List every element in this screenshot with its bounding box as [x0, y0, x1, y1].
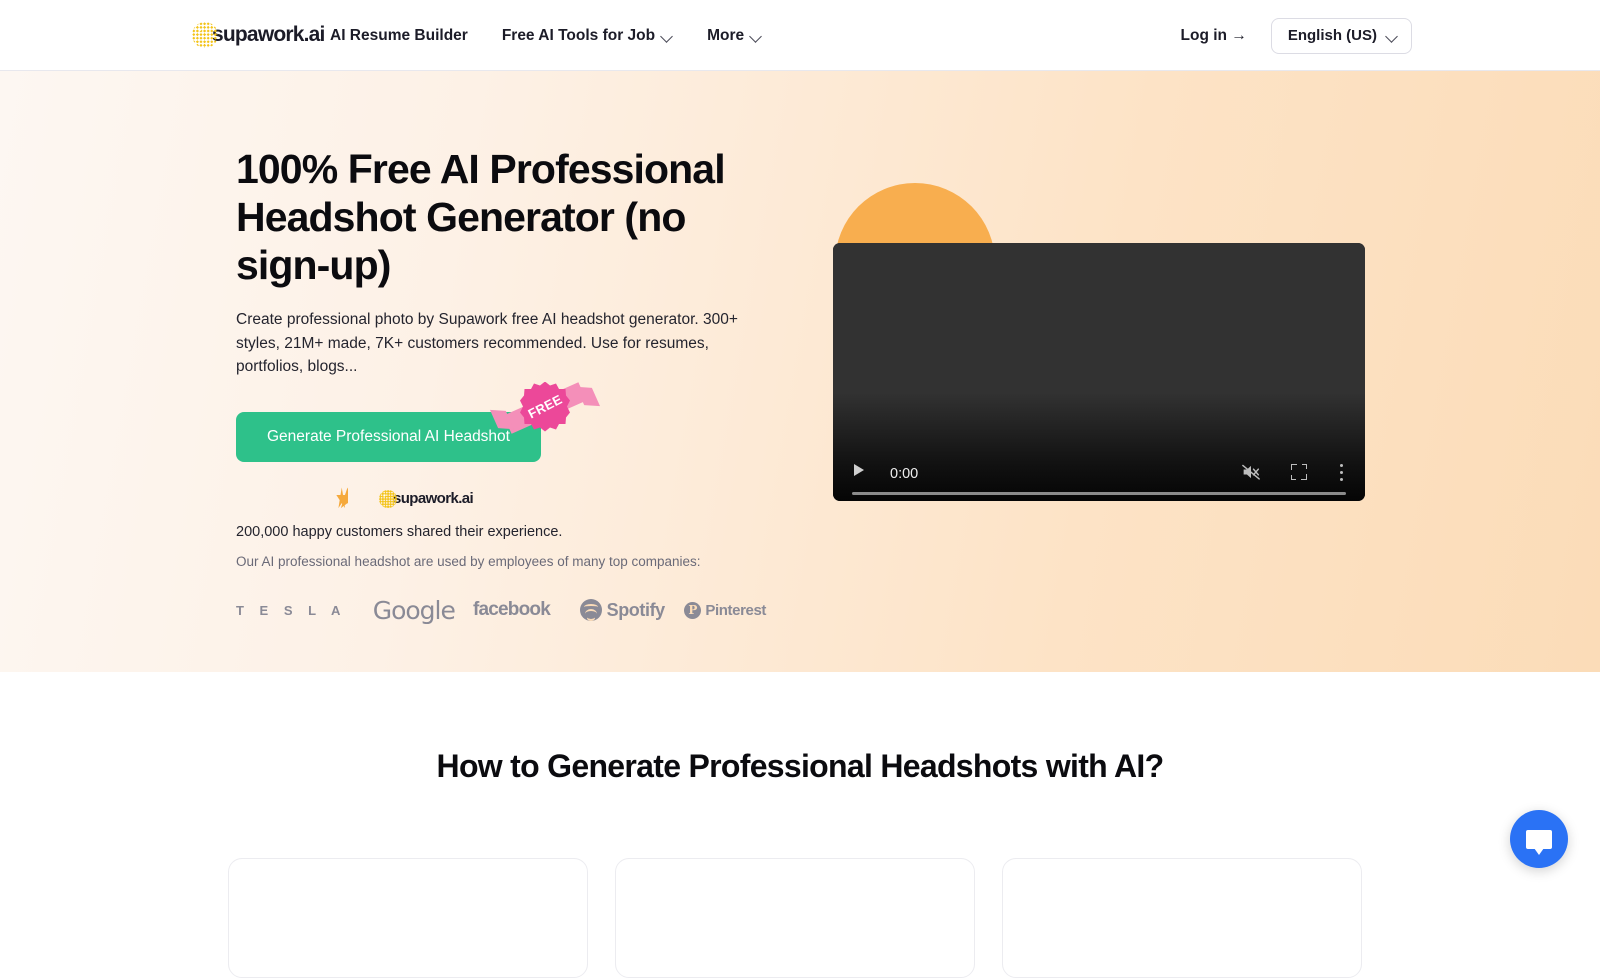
howto-section: How to Generate Professional Headshots w…: [0, 672, 1600, 900]
star-icon: [261, 487, 284, 510]
language-selector-value: English (US): [1288, 27, 1377, 44]
star-icon: [311, 487, 334, 510]
howto-card[interactable]: [615, 858, 975, 978]
star-rating: [236, 487, 359, 510]
video-progress-bar[interactable]: [852, 492, 1346, 496]
kebab-menu-icon[interactable]: [1340, 464, 1344, 481]
free-badge: FREE: [502, 370, 588, 450]
tesla-logo: T E S L A: [236, 603, 373, 618]
play-icon[interactable]: [854, 464, 864, 476]
pinterest-logo: P Pinterest: [684, 602, 766, 619]
howto-title: How to Generate Professional Headshots w…: [0, 748, 1600, 785]
hero-section: 0:00 100% Free AI Professional Headshot …: [0, 71, 1600, 672]
nav-item-more[interactable]: More: [707, 27, 762, 45]
header-actions: Log in → English (US): [1181, 0, 1412, 71]
spotify-label: Spotify: [607, 600, 665, 621]
cta-row: Generate Professional AI Headshot FREE: [236, 412, 596, 462]
spotify-icon: [580, 599, 602, 621]
pinterest-label: Pinterest: [705, 602, 766, 619]
companies-label: Our AI professional headshot are used by…: [236, 554, 766, 569]
primary-nav: AI Resume Builder Free AI Tools for Job …: [330, 0, 762, 71]
rating-brand-label: supawork.ai: [393, 490, 473, 507]
hero-subtitle: Create professional photo by Supawork fr…: [236, 308, 754, 379]
chevron-down-icon: [751, 32, 762, 39]
supawork-globe-icon: [192, 22, 218, 48]
video-current-time: 0:00: [890, 466, 918, 482]
company-logos: T E S L A Google facebook Spotify P Pint…: [236, 596, 766, 625]
badge-starburst: FREE: [520, 382, 570, 432]
rating-caption: 200,000 happy customers shared their exp…: [236, 524, 766, 540]
chevron-down-icon: [1387, 32, 1398, 39]
rating-brand-logo: supawork.ai: [379, 490, 473, 508]
page-title: 100% Free AI Professional Headshot Gener…: [236, 145, 766, 289]
logo-text: supawork.ai: [212, 23, 325, 47]
hero-video-player[interactable]: 0:00: [833, 243, 1365, 501]
facebook-logo: facebook: [473, 599, 580, 621]
site-header: supawork.ai AI Resume Builder Free AI To…: [0, 0, 1600, 71]
login-link[interactable]: Log in →: [1181, 27, 1247, 45]
hero-content: 100% Free AI Professional Headshot Gener…: [236, 145, 766, 625]
howto-card[interactable]: [228, 858, 588, 978]
howto-cards: [228, 858, 1362, 978]
star-icon: [236, 487, 259, 510]
free-badge-label: FREE: [525, 392, 564, 422]
nav-label: Free AI Tools for Job: [502, 27, 655, 45]
muted-volume-icon[interactable]: [1241, 463, 1261, 481]
video-controls: 0:00: [833, 447, 1365, 501]
google-logo: Google: [373, 596, 473, 625]
supawork-globe-icon: [379, 490, 397, 508]
nav-label: AI Resume Builder: [330, 27, 468, 45]
chevron-down-icon: [662, 32, 673, 39]
pinterest-icon: P: [684, 602, 701, 619]
howto-card[interactable]: [1002, 858, 1362, 978]
nav-label: More: [707, 27, 744, 45]
nav-item-free-ai-tools-for-job[interactable]: Free AI Tools for Job: [502, 27, 673, 45]
chat-widget-button[interactable]: [1510, 810, 1568, 868]
rating-row: supawork.ai: [236, 487, 766, 511]
language-selector[interactable]: English (US): [1271, 18, 1412, 54]
site-logo[interactable]: supawork.ai: [192, 20, 325, 50]
star-half-icon: [336, 487, 359, 510]
fullscreen-icon[interactable]: [1291, 464, 1307, 480]
spotify-logo: Spotify: [580, 599, 685, 621]
star-icon: [286, 487, 309, 510]
chat-bubble-icon: [1526, 830, 1552, 849]
nav-item-ai-resume-builder[interactable]: AI Resume Builder: [330, 27, 468, 45]
